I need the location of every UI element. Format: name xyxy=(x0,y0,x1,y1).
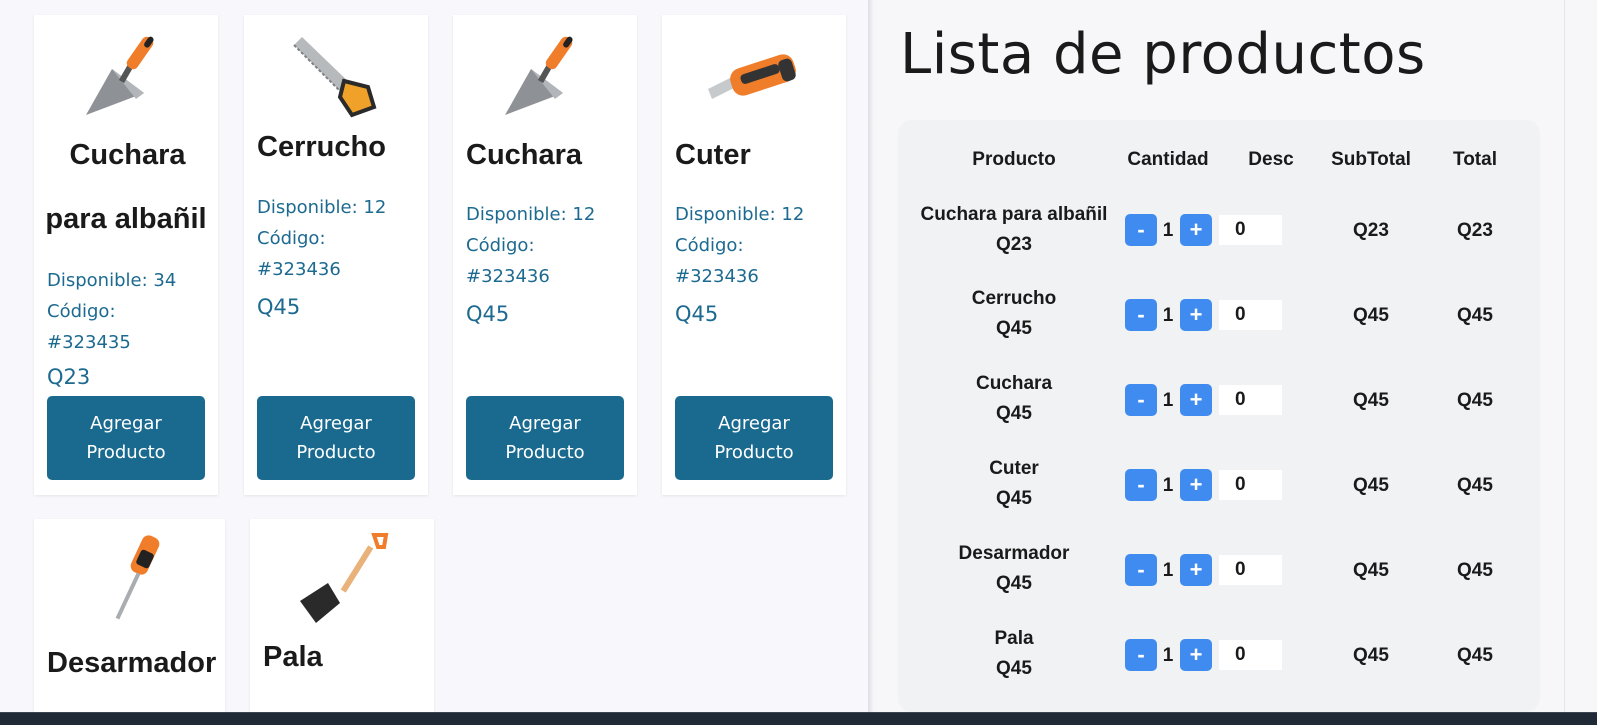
product-code: #323436 xyxy=(675,266,759,287)
product-card: Cuchara para albañil Disponible: 34 Códi… xyxy=(34,15,218,495)
quantity-value: 1 xyxy=(1162,560,1174,581)
saw-icon xyxy=(288,29,384,125)
cart-row-name: Cuchara xyxy=(975,373,1053,394)
cart-row-name: Cuter xyxy=(989,458,1039,479)
cart-row-subtotal: Q23 xyxy=(1353,220,1389,241)
product-code: #323435 xyxy=(47,332,131,353)
decrease-quantity-button[interactable]: - xyxy=(1125,214,1157,246)
cart-row-total: Q45 xyxy=(1457,390,1493,411)
cart-row-total: Q45 xyxy=(1457,645,1493,666)
scrollbar[interactable] xyxy=(1564,0,1597,712)
add-product-button[interactable]: Agregar Producto xyxy=(47,396,205,480)
quantity-value: 1 xyxy=(1162,390,1174,411)
discount-input[interactable] xyxy=(1219,470,1282,500)
discount-input[interactable] xyxy=(1219,385,1282,415)
screwdriver-icon xyxy=(82,533,178,629)
increase-quantity-button[interactable]: + xyxy=(1180,299,1212,331)
quantity-value: 1 xyxy=(1162,475,1174,496)
column-header-desc: Desc xyxy=(1248,149,1294,170)
cart-row-price: Q45 xyxy=(996,658,1032,679)
product-code: #323436 xyxy=(257,259,341,280)
product-name: Cerrucho xyxy=(257,131,386,163)
product-card: Cuchara Disponible: 12 Código: #323436 Q… xyxy=(453,15,637,495)
trowel-icon xyxy=(78,29,174,125)
cutter-knife-icon xyxy=(706,29,802,125)
quantity-value: 1 xyxy=(1162,220,1174,241)
cart-row-name: Cerrucho xyxy=(971,288,1057,309)
shovel-icon xyxy=(294,531,390,627)
decrease-quantity-button[interactable]: - xyxy=(1125,639,1157,671)
product-availability: Disponible: 34 xyxy=(47,270,177,291)
taskbar xyxy=(0,712,1597,725)
cart-row-subtotal: Q45 xyxy=(1353,645,1389,666)
product-code: #323436 xyxy=(466,266,550,287)
increase-quantity-button[interactable]: + xyxy=(1180,384,1212,416)
product-code-label: Código: xyxy=(675,235,744,256)
page-title: Lista de productos xyxy=(900,22,1426,87)
product-availability: Disponible: 12 xyxy=(257,197,387,218)
trowel-icon xyxy=(497,29,593,125)
cart-row-name: Desarmador xyxy=(958,543,1070,564)
cart-row-price: Q45 xyxy=(996,488,1032,509)
product-code-label: Código: xyxy=(47,301,116,322)
product-price: Q23 xyxy=(47,365,91,389)
add-product-button[interactable]: Agregar Producto xyxy=(466,396,624,480)
column-header-subtotal: SubTotal xyxy=(1331,149,1411,170)
cart-row-total: Q45 xyxy=(1457,560,1493,581)
discount-input[interactable] xyxy=(1219,555,1282,585)
product-card: Cerrucho Disponible: 12 Código: #323436 … xyxy=(244,15,428,495)
cart-row-subtotal: Q45 xyxy=(1353,560,1389,581)
product-card: Cuter Disponible: 12 Código: #323436 Q45… xyxy=(662,15,846,495)
column-header-cantidad: Cantidad xyxy=(1127,149,1209,170)
quantity-value: 1 xyxy=(1162,305,1174,326)
product-card: Pala xyxy=(250,519,434,712)
cart-row-name: Cuchara para albañil xyxy=(920,204,1108,225)
increase-quantity-button[interactable]: + xyxy=(1180,554,1212,586)
cart-row-price: Q45 xyxy=(996,573,1032,594)
discount-input[interactable] xyxy=(1219,300,1282,330)
product-price: Q45 xyxy=(675,302,719,326)
product-name: Cuchara xyxy=(466,139,583,171)
cart-row-price: Q45 xyxy=(996,403,1032,424)
cart-row-total: Q23 xyxy=(1457,220,1493,241)
product-name: Cuchara xyxy=(69,139,186,171)
cart-row-total: Q45 xyxy=(1457,305,1493,326)
column-header-producto: Producto xyxy=(972,149,1056,170)
cart-row-name: Pala xyxy=(994,628,1034,649)
add-product-button[interactable]: Agregar Producto xyxy=(257,396,415,480)
quantity-value: 1 xyxy=(1162,645,1174,666)
add-product-button[interactable]: Agregar Producto xyxy=(675,396,833,480)
increase-quantity-button[interactable]: + xyxy=(1180,469,1212,501)
discount-input[interactable] xyxy=(1219,640,1282,670)
decrease-quantity-button[interactable]: - xyxy=(1125,469,1157,501)
product-name: Cuter xyxy=(675,139,751,171)
discount-input[interactable] xyxy=(1219,215,1282,245)
cart-row-price: Q45 xyxy=(996,318,1032,339)
column-header-total: Total xyxy=(1453,149,1497,170)
decrease-quantity-button[interactable]: - xyxy=(1125,299,1157,331)
cart-row-total: Q45 xyxy=(1457,475,1493,496)
product-code-label: Código: xyxy=(466,235,535,256)
product-price: Q45 xyxy=(257,295,301,319)
cart-row-price: Q23 xyxy=(996,234,1032,255)
increase-quantity-button[interactable]: + xyxy=(1180,639,1212,671)
product-name: Pala xyxy=(263,641,323,673)
product-code-label: Código: xyxy=(257,228,326,249)
product-price: Q45 xyxy=(466,302,510,326)
cart-row-subtotal: Q45 xyxy=(1353,475,1389,496)
cart-row-subtotal: Q45 xyxy=(1353,305,1389,326)
product-availability: Disponible: 12 xyxy=(675,204,805,225)
product-card: Desarmador xyxy=(34,519,225,712)
cart-row-subtotal: Q45 xyxy=(1353,390,1389,411)
product-availability: Disponible: 12 xyxy=(466,204,596,225)
decrease-quantity-button[interactable]: - xyxy=(1125,384,1157,416)
decrease-quantity-button[interactable]: - xyxy=(1125,554,1157,586)
product-name-line2: para albañil xyxy=(45,203,207,235)
product-name: Desarmador xyxy=(47,647,217,679)
increase-quantity-button[interactable]: + xyxy=(1180,214,1212,246)
